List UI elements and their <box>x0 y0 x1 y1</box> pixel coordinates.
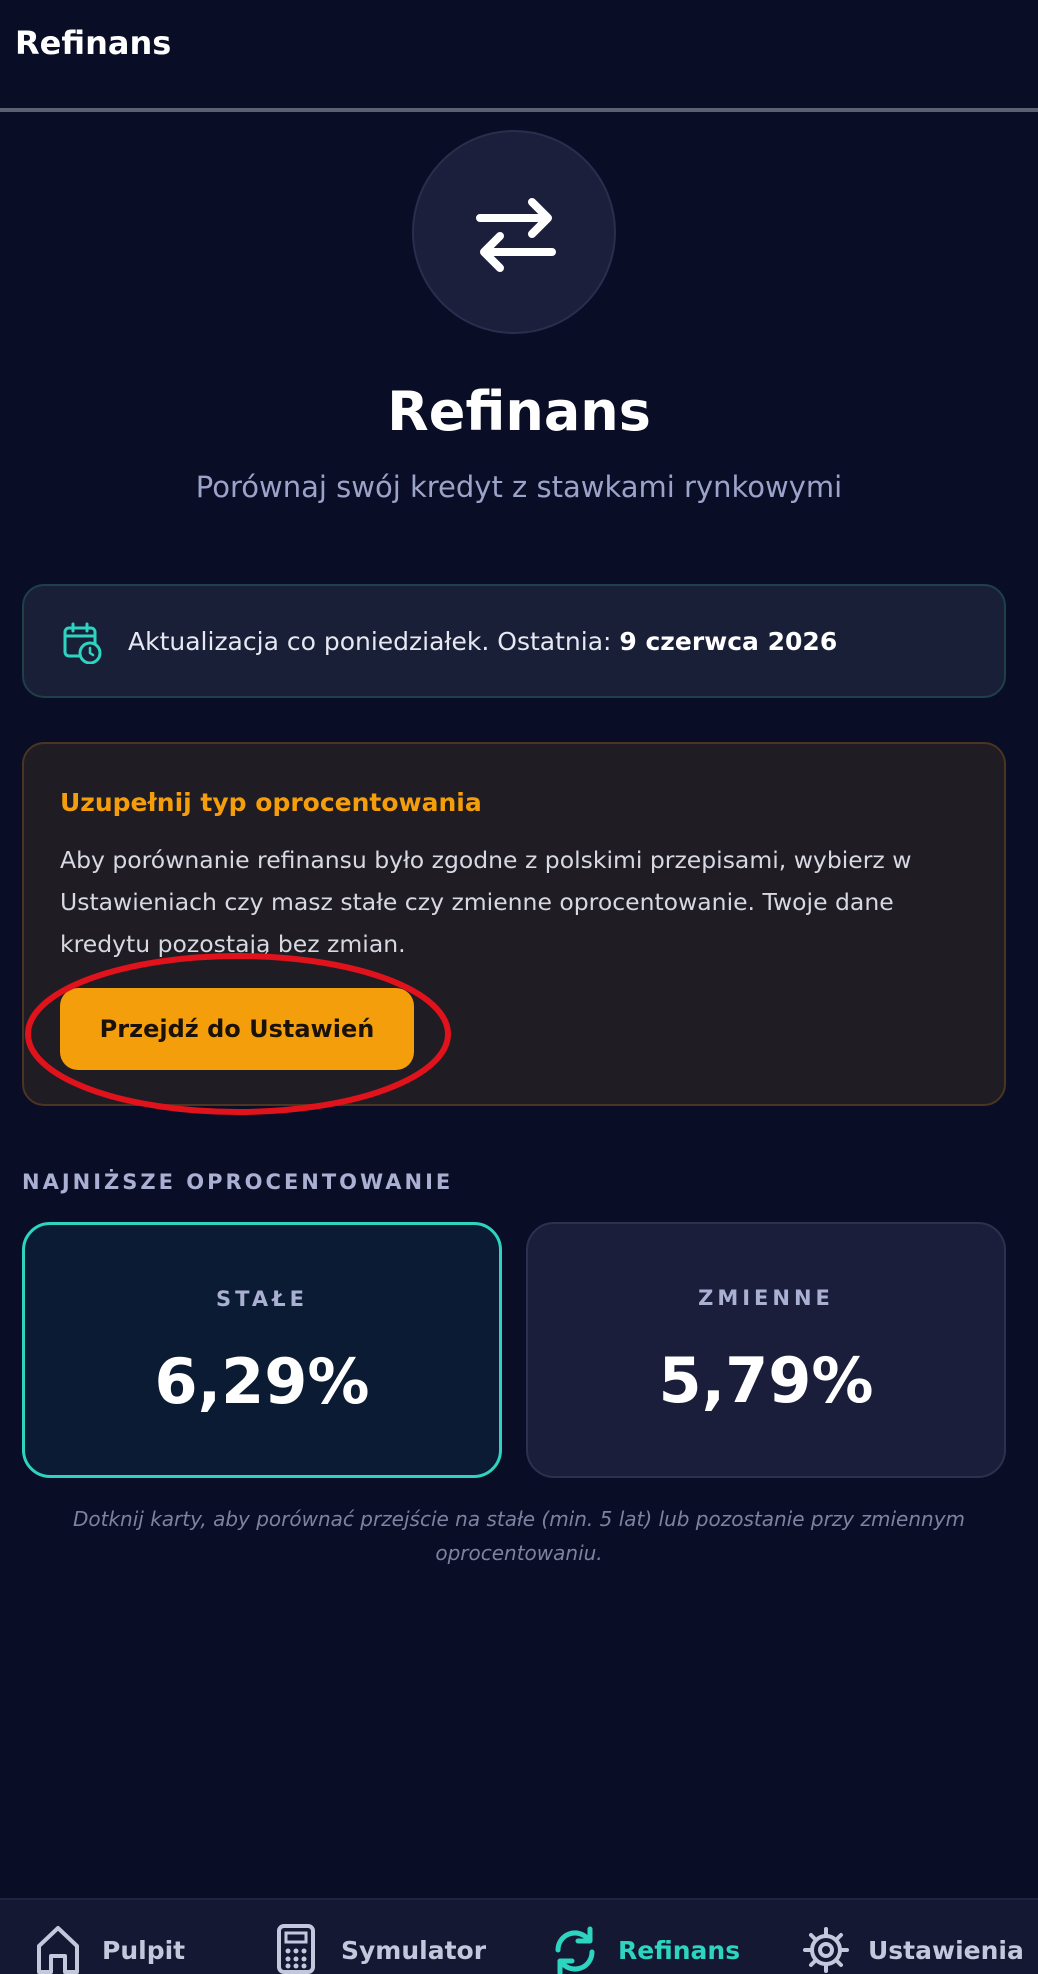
nav-label-symulator: Symulator <box>341 1936 487 1965</box>
fixed-rate-card[interactable]: STAŁE 6,29% <box>22 1222 502 1478</box>
annotation-circle <box>25 953 451 1115</box>
nav-label-pulpit: Pulpit <box>102 1936 186 1965</box>
header-title: Refinans <box>15 24 172 62</box>
calendar-clock-icon <box>63 622 102 664</box>
nav-item-refinans[interactable]: Refinans <box>550 1900 750 1974</box>
nav-item-symulator[interactable]: Symulator <box>276 1900 486 1974</box>
update-date: 9 czerwca 2026 <box>619 627 838 656</box>
nav-item-pulpit[interactable]: Pulpit <box>34 1900 194 1974</box>
variable-rate-label: ZMIENNE <box>698 1286 834 1310</box>
calculator-icon <box>277 1924 315 1974</box>
page-title: Refinans <box>387 380 651 443</box>
arrows-swap-icon <box>476 198 556 272</box>
warning-title: Uzupełnij typ oprocentowania <box>60 788 482 817</box>
bottom-navigation: Pulpit Symulator Refinans Ustawienia <box>0 1898 1038 1974</box>
fixed-rate-label: STAŁE <box>216 1287 308 1311</box>
nav-label-refinans: Refinans <box>618 1936 741 1965</box>
variable-rate-card[interactable]: ZMIENNE 5,79% <box>526 1222 1006 1478</box>
refinance-screen: Refinans Refinans Porównaj swój kredyt z… <box>0 0 1038 1974</box>
rate-cards-hint: Dotknij karty, aby porównać przejście na… <box>72 1507 966 1565</box>
fixed-rate-value: 6,29% <box>154 1345 370 1418</box>
update-text: Aktualizacja co poniedziałek. Ostatnia: … <box>128 627 837 656</box>
nav-label-ustawienia: Ustawienia <box>868 1936 1024 1965</box>
section-label-lowest-rates: NAJNIŻSZE OPROCENTOWANIE <box>22 1170 454 1194</box>
page-subtitle: Porównaj swój kredyt z stawkami rynkowym… <box>195 470 843 504</box>
update-info-banner: Aktualizacja co poniedziałek. Ostatnia: … <box>22 584 1006 698</box>
app-header: Refinans <box>0 0 1038 112</box>
gear-icon <box>803 1927 849 1973</box>
nav-item-ustawienia[interactable]: Ustawienia <box>802 1900 1024 1974</box>
refresh-icon <box>555 1926 595 1974</box>
variable-rate-value: 5,79% <box>658 1344 874 1417</box>
home-icon <box>37 1926 79 1974</box>
update-text-prefix: Aktualizacja co poniedziałek. Ostatnia: <box>128 627 620 656</box>
hero-icon-circle <box>412 130 616 334</box>
